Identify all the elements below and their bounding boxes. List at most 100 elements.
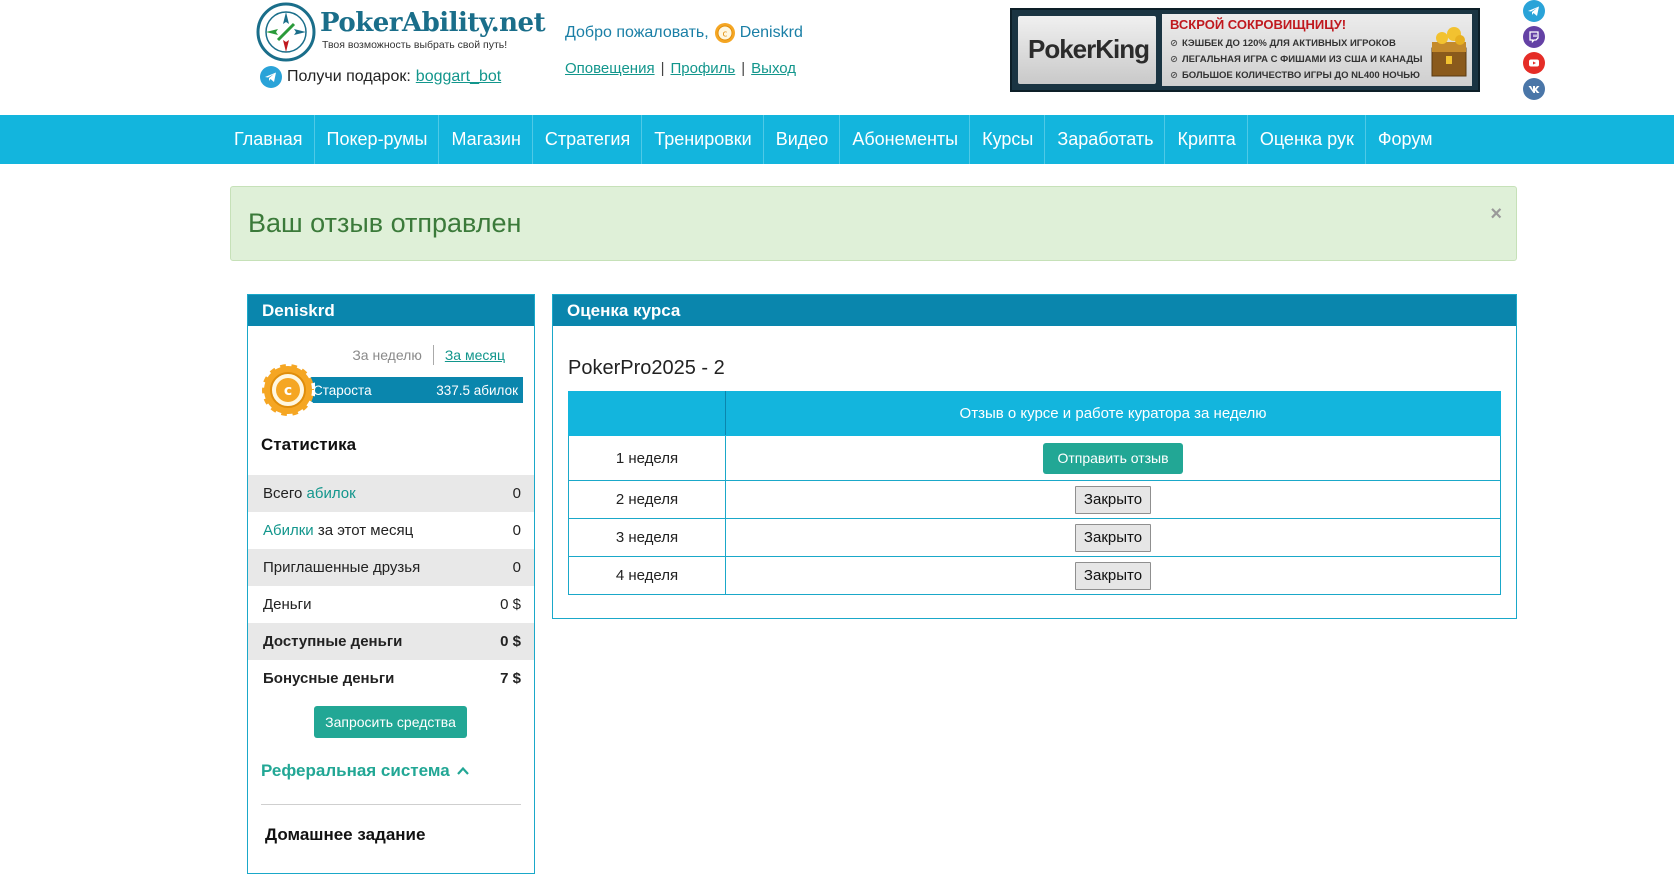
- action-cell: Закрыто: [725, 518, 1501, 557]
- treasure-chest-icon: [1431, 27, 1467, 77]
- level-bar: Староста 337.5 абилок: [298, 377, 523, 403]
- table-row: 2 неделя Закрыто: [568, 480, 1501, 519]
- referral-toggle[interactable]: Реферальная система: [261, 761, 470, 781]
- week-cell: 4 неделя: [568, 556, 726, 595]
- table-header-review: Отзыв о курсе и работе куратора за недел…: [725, 391, 1501, 436]
- check-icon: ⊘: [1170, 54, 1178, 65]
- stat-label: Всего абилок: [263, 485, 356, 502]
- table-header-row: Отзыв о курсе и работе куратора за недел…: [568, 391, 1501, 436]
- panel-title: Оценка курса: [553, 295, 1516, 326]
- stat-row-friends: Приглашенные друзья 0: [248, 549, 534, 586]
- alert-message: Ваш отзыв отправлен: [248, 208, 522, 238]
- closed-button[interactable]: Закрыто: [1074, 561, 1152, 590]
- nav-item-courses[interactable]: Курсы: [970, 115, 1046, 164]
- nav-item-shop[interactable]: Магазин: [439, 115, 533, 164]
- stat-row-bonus: Бонусные деньги 7 $: [248, 660, 534, 697]
- chevron-up-icon: [456, 766, 469, 775]
- abilki-link[interactable]: Абилки: [263, 522, 314, 539]
- level-name: Староста: [313, 382, 372, 398]
- logout-link[interactable]: Выход: [751, 60, 796, 77]
- course-name: PokerPro2025 - 2: [568, 357, 725, 379]
- gift-bot-link[interactable]: boggart_bot: [416, 68, 501, 86]
- nav-items: Главная Покер-румы Магазин Стратегия Тре…: [222, 115, 1444, 164]
- profile-link[interactable]: Профиль: [670, 60, 735, 77]
- nav-item-home[interactable]: Главная: [222, 115, 315, 164]
- logo-tagline: Твоя возможность выбрать свой путь!: [322, 39, 508, 51]
- week-cell: 2 неделя: [568, 480, 726, 519]
- social-links: [1523, 0, 1545, 104]
- nav-item-hand-review[interactable]: Оценка рук: [1248, 115, 1366, 164]
- nav-item-video[interactable]: Видео: [764, 115, 841, 164]
- banner-line: ⊘ БОЛЬШОЕ КОЛИЧЕСТВО ИГРЫ ДО NL400 НОЧЬЮ: [1170, 70, 1420, 81]
- stat-label: Деньги: [263, 596, 312, 613]
- course-review-panel: Оценка курса PokerPro2025 - 2 Отзыв о ку…: [552, 294, 1517, 619]
- success-alert: Ваш отзыв отправлен ×: [230, 186, 1517, 261]
- svg-text:c: c: [284, 383, 292, 399]
- period-week[interactable]: За неделю: [352, 347, 422, 363]
- telegram-icon: [260, 66, 282, 88]
- welcome-message: Добро пожаловать, c Deniskrd: [565, 22, 803, 44]
- vk-icon[interactable]: [1523, 78, 1545, 100]
- period-month-link[interactable]: За месяц: [445, 347, 505, 363]
- table-row: 3 неделя Закрыто: [568, 518, 1501, 557]
- referral-label: Реферальная система: [261, 761, 450, 780]
- stat-value: 0 $: [500, 596, 521, 613]
- nav-item-strategy[interactable]: Стратегия: [533, 115, 643, 164]
- stat-value: 0 $: [500, 633, 521, 650]
- poker-chip-logo-icon: [256, 2, 316, 62]
- stat-row-money: Деньги 0 $: [248, 586, 534, 623]
- stat-value: 0: [512, 559, 521, 576]
- closed-button[interactable]: Закрыто: [1074, 523, 1152, 552]
- closed-button[interactable]: Закрыто: [1074, 485, 1152, 514]
- welcome-username[interactable]: Deniskrd: [740, 24, 803, 42]
- banner-text-area: ВСКРОЙ СОКРОВИЩНИЦУ! ⊘ КЭШБЕК ДО 120% ДЛЯ…: [1162, 14, 1472, 86]
- period-divider: [432, 345, 434, 365]
- table-header-week: [568, 391, 726, 436]
- main-navigation: Главная Покер-румы Магазин Стратегия Тре…: [0, 115, 1674, 164]
- nav-item-trainings[interactable]: Тренировки: [642, 115, 764, 164]
- twitch-icon[interactable]: [1523, 26, 1545, 48]
- notifications-link[interactable]: Оповещения: [565, 60, 655, 77]
- period-switch: За неделю За месяц: [352, 345, 505, 365]
- level-points: 337.5 абилок: [436, 382, 518, 398]
- level-coin-icon: c: [261, 363, 315, 417]
- stat-row-total: Всего абилок 0: [248, 475, 534, 512]
- stat-row-available: Доступные деньги 0 $: [248, 623, 534, 660]
- action-cell: Закрыто: [725, 556, 1501, 595]
- svg-text:c: c: [722, 30, 727, 40]
- send-review-button[interactable]: Отправить отзыв: [1043, 442, 1183, 474]
- action-cell: Отправить отзыв: [725, 435, 1501, 481]
- stats-list: Всего абилок 0 Абилки за этот месяц 0 Пр…: [248, 475, 534, 697]
- nav-item-crypto[interactable]: Крипта: [1165, 115, 1248, 164]
- action-cell: Закрыто: [725, 480, 1501, 519]
- site-header: PokerAbility.net Твоя возможность выбрат…: [0, 0, 1674, 115]
- user-links: Оповещения | Профиль | Выход: [565, 60, 796, 77]
- homework-title: Домашнее задание: [265, 825, 426, 844]
- user-coin-icon: c: [714, 23, 735, 43]
- banner-line: ⊘ КЭШБЕК ДО 120% ДЛЯ АКТИВНЫХ ИГРОКОВ: [1170, 38, 1396, 49]
- stat-row-month: Абилки за этот месяц 0: [248, 512, 534, 549]
- logo-name: PokerAbility.net: [320, 8, 546, 38]
- stat-value: 0: [512, 485, 521, 502]
- pokerking-banner[interactable]: PokerKing ВСКРОЙ СОКРОВИЩНИЦУ! ⊘ КЭШБЕК Д…: [1010, 8, 1480, 92]
- close-icon[interactable]: ×: [1490, 203, 1502, 226]
- banner-logo: PokerKing: [1018, 16, 1156, 84]
- welcome-text: Добро пожаловать,: [565, 24, 709, 41]
- nav-item-forum[interactable]: Форум: [1366, 115, 1444, 164]
- nav-item-subscriptions[interactable]: Абонементы: [840, 115, 971, 164]
- stat-value: 7 $: [500, 670, 521, 687]
- nav-item-earn[interactable]: Заработать: [1045, 115, 1166, 164]
- table-row: 4 неделя Закрыто: [568, 556, 1501, 595]
- request-funds-button[interactable]: Запросить средства: [314, 706, 467, 738]
- stat-label: Приглашенные друзья: [263, 559, 421, 576]
- site-logo[interactable]: PokerAbility.net Твоя возможность выбрат…: [256, 2, 546, 62]
- telegram-icon[interactable]: [1523, 0, 1545, 22]
- stat-label: Доступные деньги: [263, 633, 403, 650]
- banner-title: ВСКРОЙ СОКРОВИЩНИЦУ!: [1170, 17, 1347, 32]
- user-sidebar: Deniskrd За неделю За месяц c Староста 3…: [247, 294, 535, 874]
- youtube-icon[interactable]: [1523, 52, 1545, 74]
- nav-item-poker-rooms[interactable]: Покер-румы: [315, 115, 440, 164]
- divider: [261, 804, 521, 805]
- week-cell: 3 неделя: [568, 518, 726, 557]
- abilki-link[interactable]: абилок: [307, 485, 356, 502]
